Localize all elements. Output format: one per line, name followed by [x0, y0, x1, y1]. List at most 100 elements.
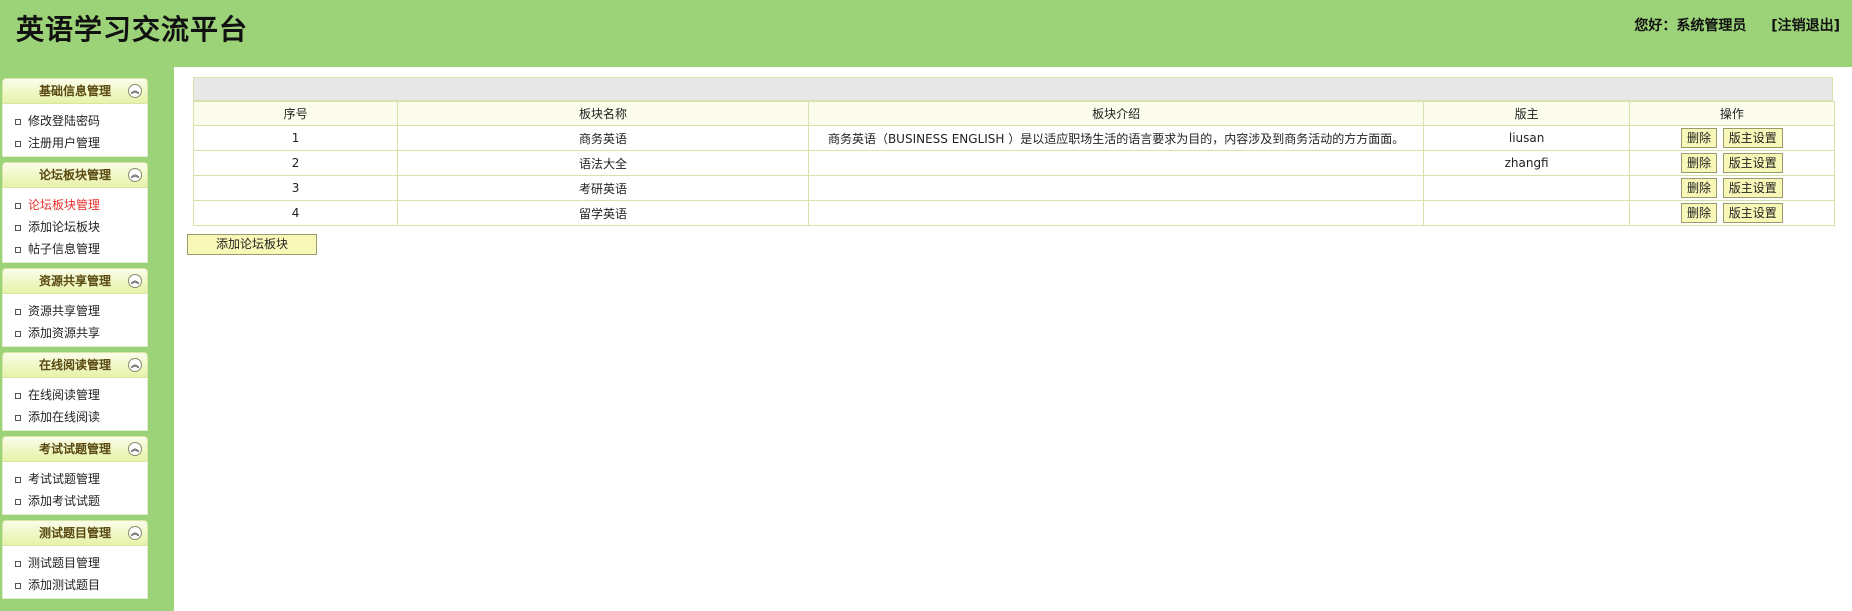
- cell-intro: [807, 200, 1425, 226]
- column-header-no: 序号: [192, 101, 399, 126]
- sidebar-item-add-test[interactable]: 添加测试题目: [3, 574, 147, 596]
- sidebar-item-exam-management[interactable]: 考试试题管理: [3, 468, 147, 490]
- menu-group-header[interactable]: 测试题目管理 ︽: [2, 520, 148, 546]
- sidebar: 基础信息管理 ︽ 修改登陆密码 注册用户管理 论坛板块管理 ︽ 论坛板块管理 添…: [0, 67, 174, 611]
- add-forum-board-button[interactable]: 添加论坛板块: [187, 234, 317, 255]
- menu-group-header[interactable]: 论坛板块管理 ︽: [2, 162, 148, 188]
- cell-actions: 删除 版主设置: [1628, 150, 1836, 176]
- cell-moderator: [1423, 175, 1630, 201]
- collapse-icon[interactable]: ︽: [128, 442, 142, 456]
- bullet-icon: [15, 414, 21, 421]
- column-header-moderator: 版主: [1423, 101, 1630, 126]
- bullet-icon: [15, 330, 21, 337]
- menu-group-body: 资源共享管理 添加资源共享: [2, 294, 148, 347]
- menu-group-title: 基础信息管理: [38, 84, 111, 98]
- set-moderator-button[interactable]: 版主设置: [1722, 128, 1783, 148]
- collapse-icon[interactable]: ︽: [128, 168, 142, 182]
- table-row: 3 考研英语 删除 版主设置: [192, 175, 1836, 201]
- logout-link[interactable]: [注销退出]: [1771, 15, 1840, 35]
- bullet-icon: [15, 246, 21, 253]
- menu-group-exam: 考试试题管理 ︽ 考试试题管理 添加考试试题: [2, 436, 148, 515]
- bullet-icon: [15, 118, 21, 125]
- sidebar-item-test-management[interactable]: 测试题目管理: [3, 552, 147, 574]
- set-moderator-button[interactable]: 版主设置: [1722, 203, 1783, 223]
- menu-group-basic-info: 基础信息管理 ︽ 修改登陆密码 注册用户管理: [2, 78, 148, 157]
- sidebar-item-reading-management[interactable]: 在线阅读管理: [3, 384, 147, 406]
- sidebar-item-add-resource[interactable]: 添加资源共享: [3, 322, 147, 344]
- menu-group-header[interactable]: 考试试题管理 ︽: [2, 436, 148, 462]
- bullet-icon: [15, 224, 21, 231]
- greeting-text: 您好：系统管理员: [1634, 18, 1747, 34]
- menu-group-header[interactable]: 基础信息管理 ︽: [2, 78, 148, 104]
- set-moderator-button[interactable]: 版主设置: [1722, 178, 1783, 198]
- cell-no: 1: [192, 125, 399, 151]
- cell-name: 留学英语: [397, 200, 809, 226]
- bullet-icon: [15, 498, 21, 505]
- sidebar-item-post-management[interactable]: 帖子信息管理: [3, 238, 147, 260]
- sidebar-item-forum-management[interactable]: 论坛板块管理: [3, 194, 147, 216]
- user-info: 您好：系统管理员 [注销退出]: [1634, 15, 1840, 35]
- collapse-icon[interactable]: ︽: [128, 526, 142, 540]
- cell-actions: 删除 版主设置: [1628, 200, 1836, 226]
- sidebar-item-add-exam[interactable]: 添加考试试题: [3, 490, 147, 512]
- site-title: 英语学习交流平台: [16, 13, 249, 46]
- cell-name: 语法大全: [397, 150, 809, 176]
- cell-name: 商务英语: [397, 125, 809, 151]
- sidebar-item-add-forum[interactable]: 添加论坛板块: [3, 216, 147, 238]
- menu-group-title: 在线阅读管理: [38, 358, 111, 372]
- menu-group-title: 考试试题管理: [38, 442, 111, 456]
- cell-actions: 删除 版主设置: [1628, 175, 1836, 201]
- cell-intro: [807, 175, 1425, 201]
- sidebar-item-change-password[interactable]: 修改登陆密码: [3, 110, 147, 132]
- menu-group-title: 测试题目管理: [38, 526, 111, 540]
- cell-intro: [807, 150, 1425, 176]
- bullet-icon: [15, 140, 21, 147]
- menu-group-header[interactable]: 在线阅读管理 ︽: [2, 352, 148, 378]
- sidebar-item-user-management[interactable]: 注册用户管理: [3, 132, 147, 154]
- cell-moderator: zhangfi: [1423, 150, 1630, 176]
- table-row: 1 商务英语 商务英语（BUSINESS ENGLISH ）是以适应职场生活的语…: [192, 125, 1836, 151]
- bullet-icon: [15, 202, 21, 209]
- cell-intro: 商务英语（BUSINESS ENGLISH ）是以适应职场生活的语言要求为目的，…: [807, 125, 1425, 151]
- menu-group-forum: 论坛板块管理 ︽ 论坛板块管理 添加论坛板块 帖子信息管理: [2, 162, 148, 263]
- cell-name: 考研英语: [397, 175, 809, 201]
- menu-group-header[interactable]: 资源共享管理 ︽: [2, 268, 148, 294]
- collapse-icon[interactable]: ︽: [128, 358, 142, 372]
- bullet-icon: [15, 476, 21, 483]
- menu-group-title: 资源共享管理: [38, 274, 111, 288]
- menu-group-title: 论坛板块管理: [38, 168, 111, 182]
- forum-board-table: 序号 板块名称 板块介绍 版主 操作 1 商务英语 商务英语（BUSINESS …: [192, 101, 1836, 226]
- delete-button[interactable]: 删除: [1680, 128, 1717, 148]
- sidebar-item-resource-management[interactable]: 资源共享管理: [3, 300, 147, 322]
- main-content: 序号 板块名称 板块介绍 版主 操作 1 商务英语 商务英语（BUSINESS …: [192, 77, 1836, 226]
- table-row: 4 留学英语 删除 版主设置: [192, 200, 1836, 226]
- menu-group-body: 考试试题管理 添加考试试题: [2, 462, 148, 515]
- set-moderator-button[interactable]: 版主设置: [1722, 153, 1783, 173]
- cell-actions: 删除 版主设置: [1628, 125, 1836, 151]
- collapse-icon[interactable]: ︽: [128, 84, 142, 98]
- column-header-intro: 板块介绍: [807, 101, 1425, 126]
- menu-group-reading: 在线阅读管理 ︽ 在线阅读管理 添加在线阅读: [2, 352, 148, 431]
- top-header: 英语学习交流平台 您好：系统管理员 [注销退出]: [0, 0, 1852, 67]
- table-caption-bar: [193, 77, 1833, 101]
- bullet-icon: [15, 582, 21, 589]
- column-header-actions: 操作: [1628, 101, 1836, 126]
- cell-moderator: liusan: [1423, 125, 1630, 151]
- menu-group-body: 修改登陆密码 注册用户管理: [2, 104, 148, 157]
- cell-moderator: [1423, 200, 1630, 226]
- column-header-name: 板块名称: [397, 101, 809, 126]
- menu-group-body: 测试题目管理 添加测试题目: [2, 546, 148, 599]
- menu-group-body: 在线阅读管理 添加在线阅读: [2, 378, 148, 431]
- sidebar-item-add-reading[interactable]: 添加在线阅读: [3, 406, 147, 428]
- delete-button[interactable]: 删除: [1680, 153, 1717, 173]
- bullet-icon: [15, 560, 21, 567]
- cell-no: 3: [192, 175, 399, 201]
- cell-no: 4: [192, 200, 399, 226]
- table-header-row: 序号 板块名称 板块介绍 版主 操作: [192, 101, 1836, 126]
- bullet-icon: [15, 308, 21, 315]
- delete-button[interactable]: 删除: [1680, 178, 1717, 198]
- menu-group-test: 测试题目管理 ︽ 测试题目管理 添加测试题目: [2, 520, 148, 599]
- delete-button[interactable]: 删除: [1680, 203, 1717, 223]
- table-row: 2 语法大全 zhangfi 删除 版主设置: [192, 150, 1836, 176]
- collapse-icon[interactable]: ︽: [128, 274, 142, 288]
